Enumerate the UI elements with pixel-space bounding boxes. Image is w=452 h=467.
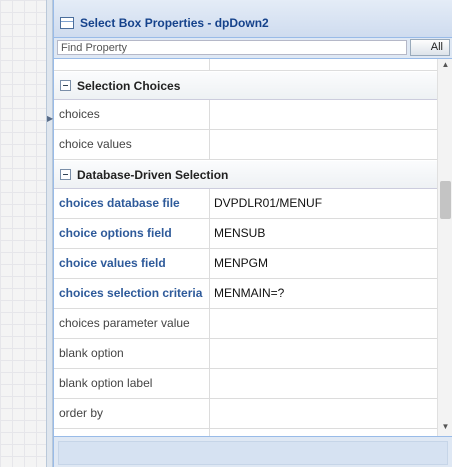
property-value[interactable]: MENSUB	[211, 219, 437, 248]
property-row-choice-values[interactable]: choice values	[54, 130, 437, 160]
scrollbar-thumb[interactable]	[440, 181, 451, 219]
panel-splitter[interactable]: ▶	[46, 0, 53, 467]
group-header-selection-choices[interactable]: Selection Choices	[54, 72, 437, 100]
property-row-choices-database-file[interactable]: choices database file DVPDLR01/MENUF	[54, 189, 437, 219]
panel-title: Select Box Properties - dpDown2	[80, 16, 269, 30]
property-name: order by	[54, 399, 210, 428]
property-row-blank-option-label[interactable]: blank option label	[54, 369, 437, 399]
find-property-input[interactable]	[57, 40, 407, 55]
property-name: choice values field	[54, 249, 210, 278]
designer-canvas-grid	[0, 0, 52, 467]
property-value[interactable]: MENMAIN=?	[211, 279, 437, 308]
property-value[interactable]	[211, 130, 437, 159]
property-name: choice values	[54, 130, 210, 159]
property-row-choice-options-field[interactable]: choice options field MENSUB	[54, 219, 437, 249]
scroll-down-arrow-icon[interactable]: ▼	[438, 421, 452, 433]
property-row-choices-selection-criteria[interactable]: choices selection criteria MENMAIN=?	[54, 279, 437, 309]
panel-titlebar: Select Box Properties - dpDown2	[54, 0, 452, 38]
find-property-bar: All	[54, 38, 452, 58]
property-value[interactable]	[211, 339, 437, 368]
property-name: choices selection criteria	[54, 279, 210, 308]
property-name: choice options field	[54, 219, 210, 248]
property-name: blank option	[54, 339, 210, 368]
property-row[interactable]	[54, 59, 437, 71]
scroll-up-arrow-icon[interactable]: ▲	[438, 59, 452, 71]
property-value[interactable]: DVPDLR01/MENUF	[211, 189, 437, 218]
property-row[interactable]	[54, 429, 437, 436]
property-grid: Selection Choices choices choice values …	[54, 58, 452, 436]
property-row-choices-parameter-value[interactable]: choices parameter value	[54, 309, 437, 339]
group-label: Selection Choices	[77, 78, 181, 93]
property-name: blank option label	[54, 369, 210, 398]
property-value[interactable]	[211, 369, 437, 398]
vertical-scrollbar[interactable]: ▲ ▼	[437, 59, 452, 436]
property-value[interactable]	[211, 399, 437, 428]
property-name: choices	[54, 100, 210, 129]
property-row-blank-option[interactable]: blank option	[54, 339, 437, 369]
property-name: choices parameter value	[54, 309, 210, 338]
properties-panel: Select Box Properties - dpDown2 All Sele…	[53, 0, 452, 467]
all-button[interactable]: All	[410, 39, 450, 56]
property-value[interactable]	[211, 100, 437, 129]
group-label: Database-Driven Selection	[77, 167, 229, 182]
property-description-area	[58, 441, 448, 465]
panel-footer	[54, 436, 452, 467]
group-header-database-driven-selection[interactable]: Database-Driven Selection	[54, 161, 437, 189]
property-value[interactable]	[211, 309, 437, 338]
collapse-minus-icon[interactable]	[60, 80, 71, 91]
property-row-order-by[interactable]: order by	[54, 399, 437, 429]
panel-window-icon	[60, 17, 74, 29]
property-row-choices[interactable]: choices	[54, 100, 437, 130]
property-row-choice-values-field[interactable]: choice values field MENPGM	[54, 249, 437, 279]
property-value[interactable]: MENPGM	[211, 249, 437, 278]
property-name: choices database file	[54, 189, 210, 218]
collapse-minus-icon[interactable]	[60, 169, 71, 180]
